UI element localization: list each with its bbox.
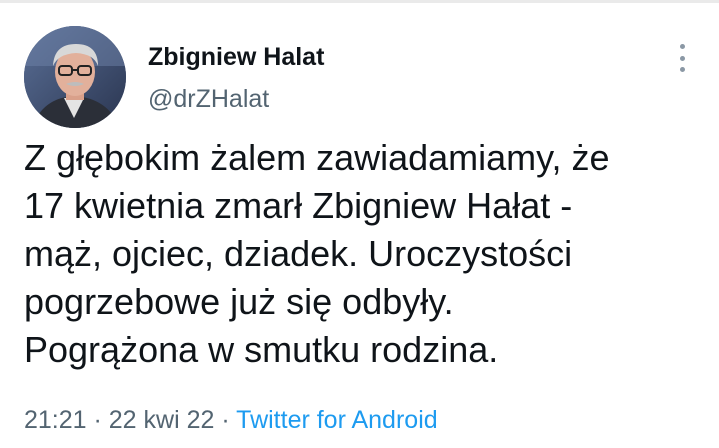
tweet-date[interactable]: 22 kwi 22: [109, 406, 215, 434]
tweet-card: Zbigniew Halat @drZHalat Z głębokim żale…: [0, 0, 719, 448]
dot: [679, 44, 685, 49]
tweet-text-line: Pogrążona w smutku rodzina.: [24, 329, 499, 370]
author-handle[interactable]: @drZHalat: [148, 84, 269, 114]
tweet-text-line: Z głębokim żalem zawiadamiamy, że: [24, 137, 610, 178]
tweet-meta: 21:21 · 22 kwi 22 · Twitter for Android: [24, 404, 438, 436]
dot: [679, 55, 685, 61]
divider: [0, 0, 719, 3]
tweet-source-link[interactable]: Twitter for Android: [236, 406, 437, 434]
tweet-time[interactable]: 21:21: [24, 406, 87, 434]
tweet-text-line: mąż, ojciec, dziadek. Uroczystości: [24, 233, 573, 274]
author-name[interactable]: Zbigniew Halat: [148, 42, 324, 72]
tweet-text: Z głębokim żalem zawiadamiamy, że 17 kwi…: [24, 134, 704, 374]
avatar[interactable]: [24, 26, 126, 128]
tweet-text-line: 17 kwietnia zmarł Zbigniew Hałat -: [24, 185, 573, 226]
dot: [679, 67, 685, 72]
meta-separator: ·: [214, 406, 237, 434]
more-vertical-icon[interactable]: [670, 40, 694, 76]
tweet-text-line: pogrzebowe już się odbyły.: [24, 281, 454, 322]
meta-separator: ·: [86, 406, 109, 434]
